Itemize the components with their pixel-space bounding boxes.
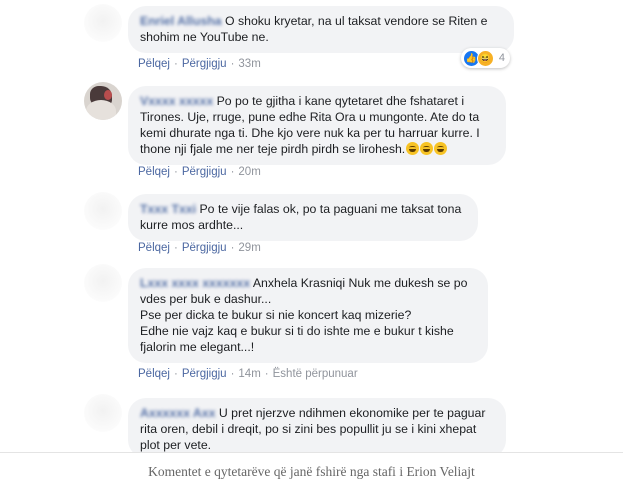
comment-bubble: Txxx Txxi Po te vije falas ok, po ta pag… [128, 194, 478, 241]
image-caption: Komentet e qytetarëve që janë fshirë nga… [0, 452, 623, 490]
timestamp[interactable]: 33m [238, 58, 260, 70]
reply-link[interactable]: Përgjigju [182, 58, 227, 70]
comment-thread: Enriel Allusha O shoku kryetar, na ul ta… [78, 0, 538, 458]
haha-icon: 😆 [476, 49, 494, 67]
comment-actions: Pëlqej · Përgjigju · 20m [138, 166, 261, 178]
timestamp[interactable]: 20m [238, 166, 260, 178]
avatar[interactable] [84, 394, 122, 432]
avatar[interactable] [84, 264, 122, 302]
edited-label[interactable]: Është përpunuar [273, 368, 358, 380]
timestamp[interactable]: 14m [238, 368, 260, 380]
comment-bubble: Enriel Allusha O shoku kryetar, na ul ta… [128, 6, 514, 53]
avatar[interactable] [84, 192, 122, 230]
reaction-count: 4 [498, 52, 505, 64]
comment-text-line: Edhe nie vajz kaq e bukur si ti do ishte… [140, 324, 454, 354]
laughing-emoji-icon [420, 142, 434, 155]
like-link[interactable]: Pëlqej [138, 368, 170, 380]
comment-bubble: Vxxxx xxxxx Po po te gjitha i kane qytet… [128, 86, 506, 165]
like-link[interactable]: Pëlqej [138, 166, 170, 178]
reaction-summary[interactable]: 👍 😆 4 [460, 48, 510, 68]
like-link[interactable]: Pëlqej [138, 242, 170, 254]
comment-actions: Pëlqej · Përgjigju · 33m [138, 58, 261, 70]
reply-link[interactable]: Përgjigju [182, 368, 227, 380]
comment-bubble: Lxxx xxxx xxxxxxx Anxhela Krasniqi Nuk m… [128, 268, 488, 363]
avatar[interactable] [84, 4, 122, 42]
reply-link[interactable]: Përgjigju [182, 166, 227, 178]
comment-author[interactable]: Enriel Allusha [140, 14, 222, 28]
avatar[interactable] [84, 82, 122, 120]
like-link[interactable]: Pëlqej [138, 58, 170, 70]
comment-author[interactable]: Vxxxx xxxxx [140, 94, 213, 108]
comment-author[interactable]: Lxxx xxxx xxxxxxx [140, 276, 250, 290]
comment-actions: Pëlqej · Përgjigju · 29m [138, 242, 261, 254]
comment-author[interactable]: Axxxxxx Axx [140, 406, 215, 420]
timestamp[interactable]: 29m [238, 242, 260, 254]
reply-link[interactable]: Përgjigju [182, 242, 227, 254]
comment-actions: Pëlqej · Përgjigju · 14m · Është përpunuar [138, 368, 358, 380]
comment-text-line: Pse per dicka te bukur si nie koncert ka… [140, 308, 412, 322]
comment-bubble: Axxxxxx Axx U pret njerzve ndihmen ekono… [128, 398, 506, 458]
laughing-emoji-icon [406, 142, 420, 155]
laughing-emoji-icon [434, 142, 448, 155]
comment-author[interactable]: Txxx Txxi [140, 202, 196, 216]
